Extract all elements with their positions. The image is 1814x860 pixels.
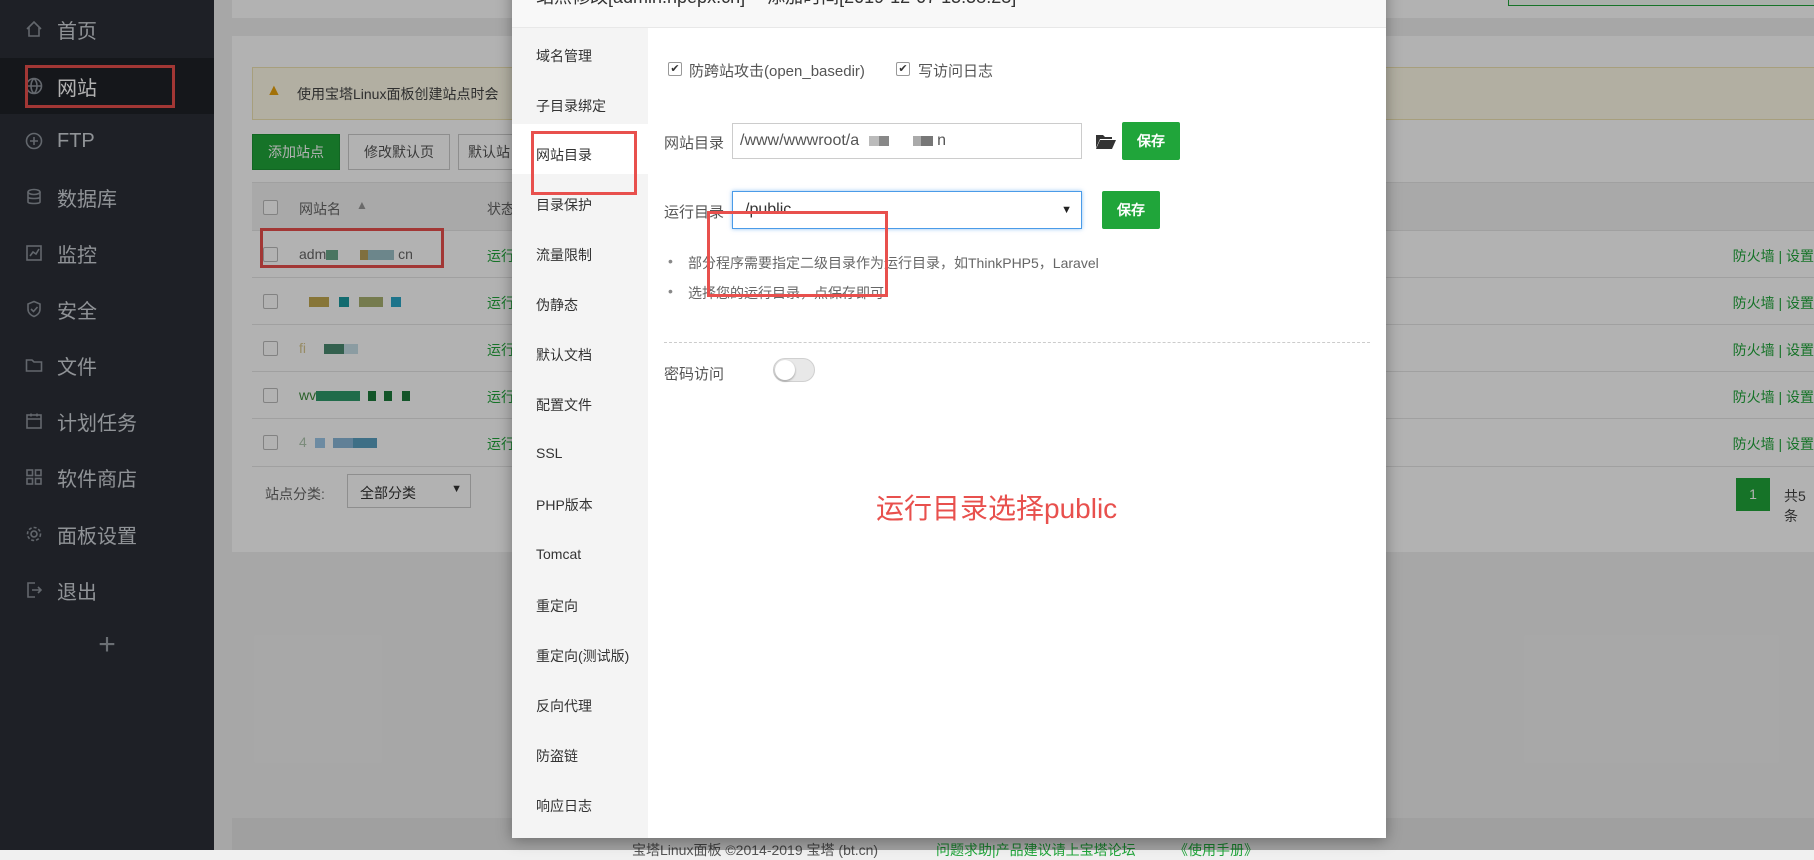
site-dir-input[interactable]: /www/wwwroot/a n [732,123,1082,159]
nav-tomcat[interactable]: Tomcat [536,546,581,562]
site-edit-dialog: 站点修改[admin.npepx.cn] -- 添加时间[2019-12-07 … [512,0,1386,838]
nav-ssl[interactable]: SSL [536,445,562,461]
password-access-toggle[interactable] [773,358,815,382]
basedir-checkbox[interactable]: ✔ [668,62,682,76]
nav-domain[interactable]: 域名管理 [536,46,592,66]
nav-redirect[interactable]: 重定向 [536,596,578,616]
divider [664,342,1370,343]
annotation-text: 运行目录选择public [876,493,1118,524]
access-log-label: 写访问日志 [918,63,994,80]
nav-dir-protection[interactable]: 目录保护 [536,195,592,215]
password-access-label: 密码访问 [664,366,725,383]
nav-hotlink-protection[interactable]: 防盗链 [536,746,578,766]
annotation-box-nav [531,131,637,195]
nav-subdir-binding[interactable]: 子目录绑定 [536,96,606,116]
access-log-checkbox[interactable]: ✔ [896,62,910,76]
save-run-dir-button[interactable]: 保存 [1102,191,1160,229]
nav-php-version[interactable]: PHP版本 [536,495,593,515]
nav-default-doc[interactable]: 默认文档 [536,345,592,365]
caret-down-icon: ▼ [1061,204,1072,216]
nav-redirect-beta[interactable]: 重定向(测试版) [536,646,629,666]
annotation-box-run-dir [707,211,888,297]
nav-traffic-limit[interactable]: 流量限制 [536,245,592,265]
nav-config-file[interactable]: 配置文件 [536,395,592,415]
save-site-dir-button[interactable]: 保存 [1122,122,1180,160]
dialog-title: 站点修改[admin.npepx.cn] -- 添加时间[2019-12-07 … [512,0,1386,28]
dialog-content: ✔ 防跨站攻击(open_basedir) ✔ 写访问日志 网站目录 /www/… [648,28,1386,838]
nav-rewrite[interactable]: 伪静态 [536,295,578,315]
toggle-knob [775,360,795,380]
site-dir-value: /www/wwwroot/a [740,132,860,149]
folder-open-icon[interactable] [1095,132,1117,153]
nav-reverse-proxy[interactable]: 反向代理 [536,696,592,716]
nav-response-log[interactable]: 响应日志 [536,796,592,816]
site-dir-suffix: n [937,132,947,149]
basedir-label: 防跨站攻击(open_basedir) [689,63,865,80]
site-dir-label: 网站目录 [664,135,725,152]
